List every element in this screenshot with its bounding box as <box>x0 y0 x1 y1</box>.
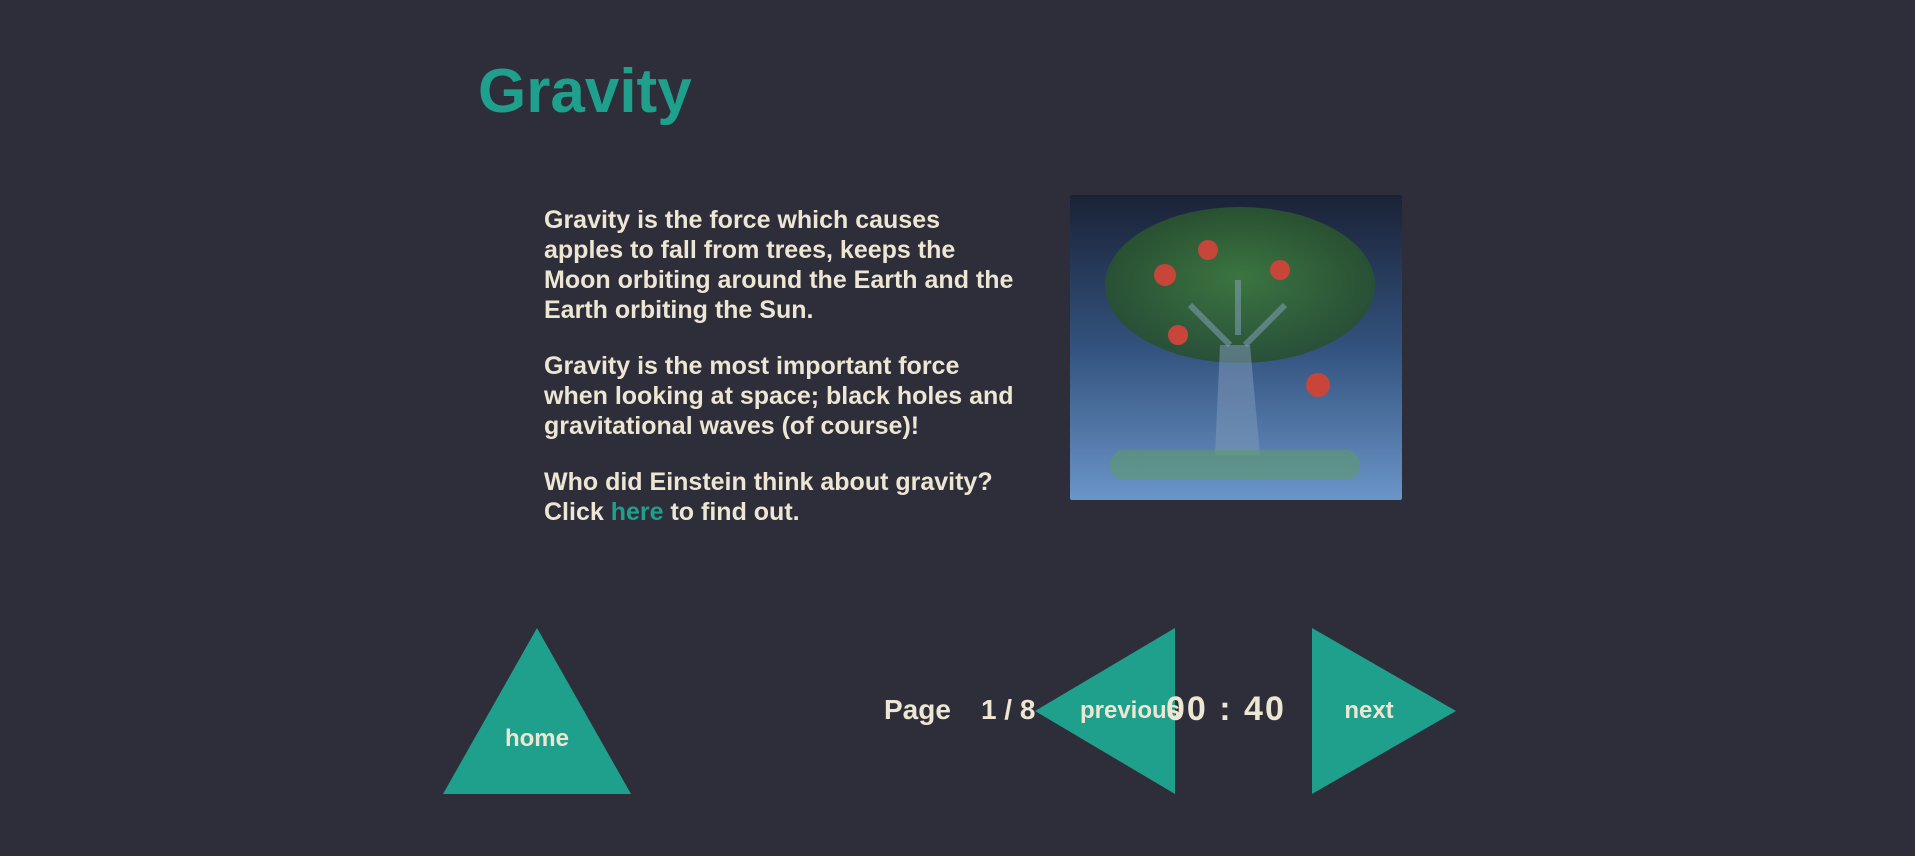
home-button-label: home <box>504 724 569 752</box>
page-label: Page <box>884 694 951 725</box>
triangle-up-icon <box>443 628 631 794</box>
question-text: Who did Einstein think about gravity? <box>544 468 993 496</box>
question-prefix: Click <box>544 498 604 526</box>
page-title: Gravity <box>478 57 692 126</box>
timer: 00 : 40 <box>1166 690 1286 728</box>
slide: Gravity Gravity is the force which cause… <box>0 0 1915 856</box>
previous-button-label: previous <box>1079 697 1181 724</box>
question-suffix: to find out. <box>670 498 800 526</box>
here-link[interactable]: here <box>611 498 664 526</box>
paragraph-einstein-question: Who did Einstein think about gravity? Cl… <box>544 467 1014 527</box>
home-button[interactable]: home <box>443 628 631 794</box>
content-block: Gravity is the force which causes apples… <box>544 205 1014 553</box>
previous-button[interactable]: previous <box>1035 628 1180 794</box>
next-button-label: next <box>1344 697 1394 724</box>
next-button[interactable]: next <box>1312 628 1456 794</box>
paragraph-gravity-definition: Gravity is the force which causes apples… <box>544 206 1014 324</box>
paragraph-gravity-importance: Gravity is the most important force when… <box>544 352 1014 440</box>
page-indicator: Page 1 / 8 <box>884 694 1035 726</box>
apple-tree-illustration <box>1070 195 1402 500</box>
page-value: 1 / 8 <box>980 694 1036 725</box>
apple-tree-image <box>1070 195 1402 500</box>
